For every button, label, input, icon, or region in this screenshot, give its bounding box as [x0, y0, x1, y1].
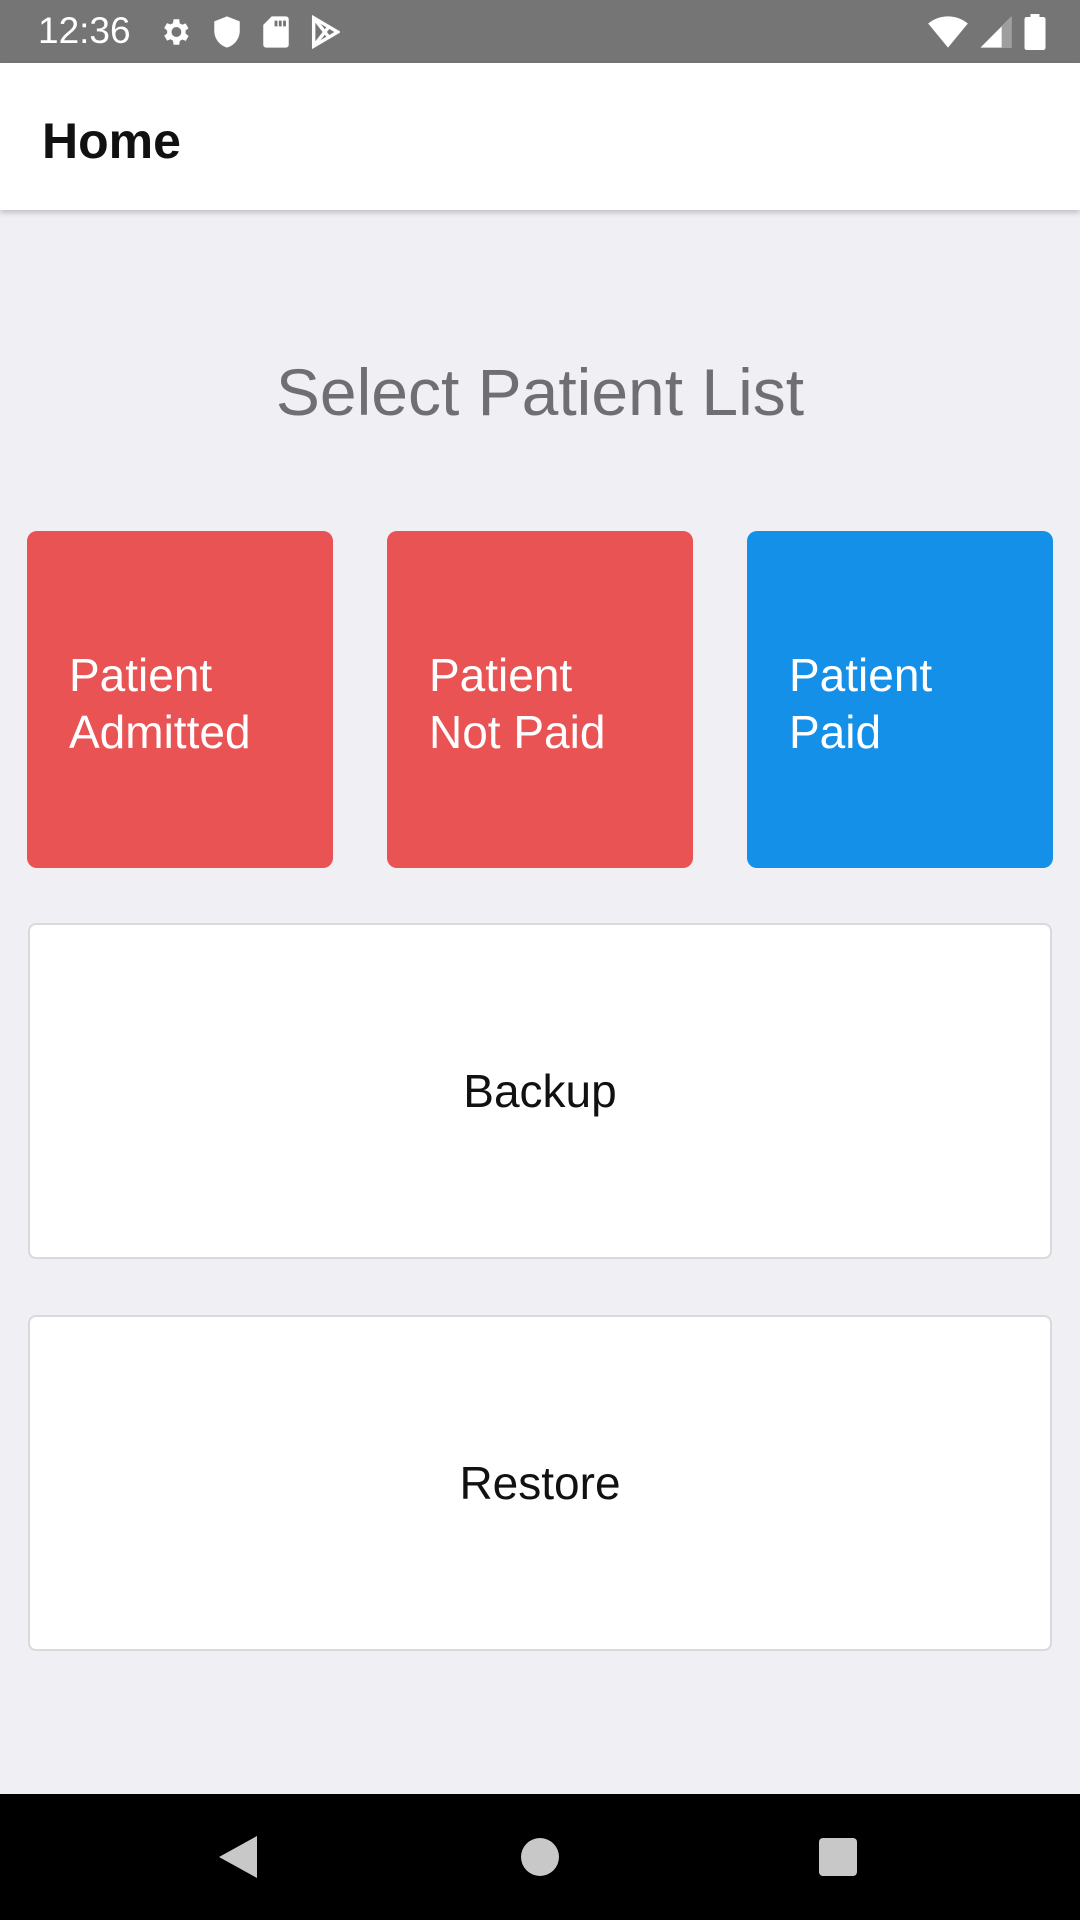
restore-label: Restore — [459, 1457, 621, 1509]
recents-icon[interactable] — [798, 1794, 878, 1920]
status-time: 12:36 — [38, 10, 131, 51]
signal-icon — [980, 15, 1012, 49]
wifi-icon — [928, 15, 968, 49]
backup-button[interactable]: Backup — [28, 923, 1052, 1259]
tile-label-line2: Paid — [789, 706, 882, 758]
patient-admitted-button[interactable]: Patient Admitted — [27, 531, 333, 868]
page-title: Home — [42, 113, 181, 169]
sd-card-icon — [262, 15, 290, 49]
tile-label-line1: Patient — [69, 649, 213, 701]
tile-label-line2: Admitted — [69, 706, 251, 758]
section-title: Select Patient List — [275, 355, 805, 429]
backup-label: Backup — [463, 1065, 617, 1117]
status-icons-left — [158, 13, 340, 51]
navigation-bar — [0, 1794, 1080, 1920]
status-bar: 12:36 — [0, 0, 1080, 63]
tile-label-line1: Patient — [789, 649, 933, 701]
tile-label-line2: Not Paid — [429, 706, 606, 758]
play-store-icon — [310, 15, 340, 49]
home-icon[interactable] — [500, 1794, 580, 1920]
gear-icon — [158, 15, 192, 49]
back-icon[interactable] — [198, 1794, 278, 1920]
patient-not-paid-button[interactable]: Patient Not Paid — [387, 531, 693, 868]
battery-icon — [1024, 14, 1046, 50]
status-icons-right — [928, 13, 1046, 51]
shield-icon — [212, 15, 242, 49]
app-bar: Home — [0, 63, 1080, 210]
patient-paid-button[interactable]: Patient Paid — [747, 531, 1053, 868]
restore-button[interactable]: Restore — [28, 1315, 1052, 1651]
tile-label-line1: Patient — [429, 649, 573, 701]
